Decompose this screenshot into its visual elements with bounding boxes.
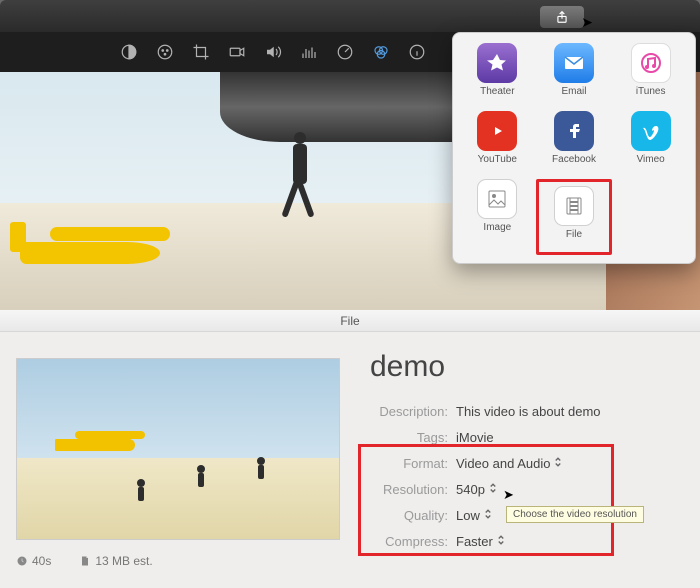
share-email[interactable]: Email	[536, 43, 613, 105]
share-label: Vimeo	[637, 154, 665, 165]
highlighted-options-box	[358, 444, 614, 556]
share-youtube[interactable]: YouTube	[459, 111, 536, 173]
share-label: Theater	[480, 86, 514, 97]
share-button[interactable]	[540, 6, 584, 28]
share-label: iTunes	[636, 86, 666, 97]
share-facebook[interactable]: Facebook	[536, 111, 613, 173]
info-icon[interactable]	[408, 43, 426, 61]
palette-icon[interactable]	[156, 43, 174, 61]
export-thumbnail	[16, 358, 340, 540]
filesize-text: 13 MB est.	[79, 554, 152, 568]
image-icon	[477, 179, 517, 219]
export-file-panel: File 40s 13 MB est. demo Description: Th…	[0, 310, 700, 588]
tags-label: Tags:	[370, 430, 448, 445]
share-label: Facebook	[552, 154, 596, 165]
tags-value[interactable]: iMovie	[456, 430, 670, 445]
project-title: demo	[370, 350, 445, 384]
share-label: YouTube	[478, 154, 517, 165]
cursor-icon: ➤	[503, 487, 514, 503]
facebook-icon	[554, 111, 594, 151]
itunes-icon	[631, 43, 671, 83]
volume-icon[interactable]	[264, 43, 282, 61]
share-image[interactable]: Image	[459, 179, 536, 255]
share-label: Image	[483, 222, 511, 233]
crop-icon[interactable]	[192, 43, 210, 61]
share-vimeo[interactable]: Vimeo	[612, 111, 689, 173]
vimeo-icon	[631, 111, 671, 151]
share-itunes[interactable]: iTunes	[612, 43, 689, 105]
description-value[interactable]: This video is about demo	[456, 404, 670, 419]
share-popover: Theater Email iTunes YouTube Facebook Vi…	[452, 32, 696, 264]
youtube-icon	[477, 111, 517, 151]
share-label: File	[566, 229, 582, 240]
speed-icon[interactable]	[336, 43, 354, 61]
duration-text: 40s	[16, 554, 51, 568]
panel-header: File	[0, 310, 700, 332]
resolution-tooltip: Choose the video resolution	[506, 506, 644, 523]
theater-icon	[477, 43, 517, 83]
color-balance-icon[interactable]	[372, 43, 390, 61]
share-file[interactable]: File	[536, 179, 613, 255]
window-titlebar: ➤	[0, 0, 700, 32]
description-label: Description:	[370, 404, 448, 419]
camera-icon[interactable]	[228, 43, 246, 61]
equalizer-icon[interactable]	[300, 43, 318, 61]
email-icon	[554, 43, 594, 83]
file-icon	[554, 186, 594, 226]
contrast-icon[interactable]	[120, 43, 138, 61]
share-label: Email	[561, 86, 586, 97]
share-theater[interactable]: Theater	[459, 43, 536, 105]
